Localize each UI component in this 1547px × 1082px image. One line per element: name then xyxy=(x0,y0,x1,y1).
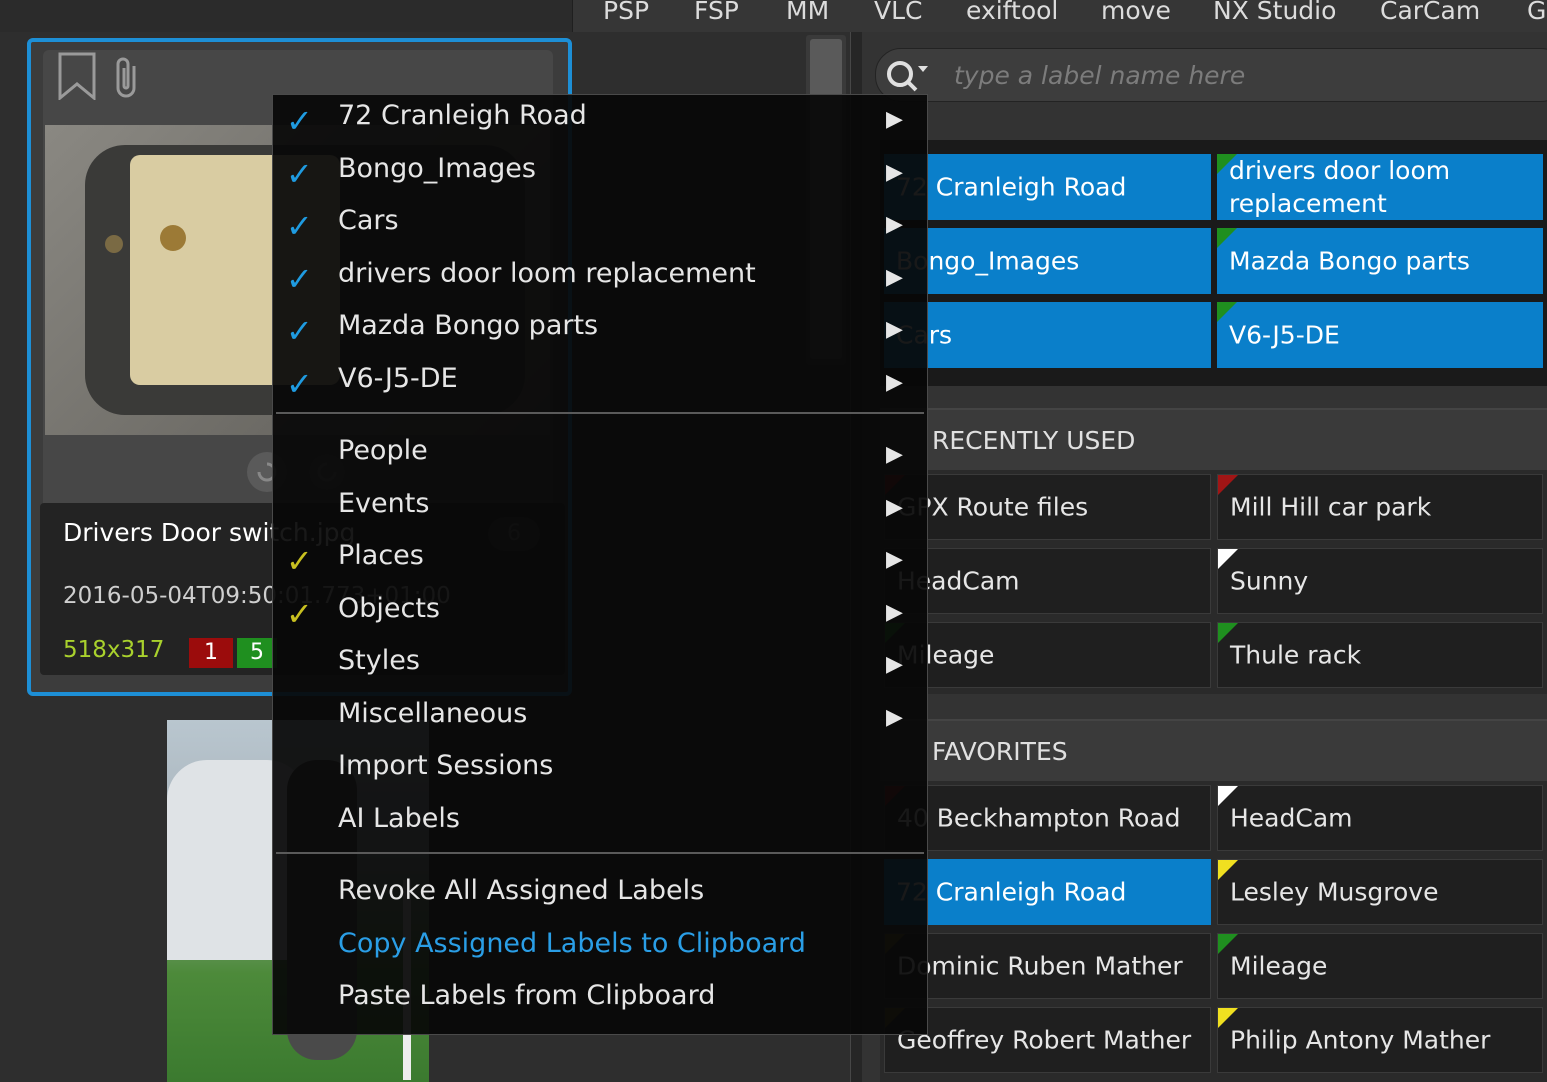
attachment-icon[interactable] xyxy=(112,54,142,100)
menu-item-revoke-all[interactable]: Revoke All Assigned Labels xyxy=(338,875,704,906)
checkmark-icon: ✓ xyxy=(286,102,313,140)
submenu-arrow-icon: ▶ xyxy=(886,547,903,572)
submenu-arrow-icon: ▶ xyxy=(886,212,903,237)
submenu-arrow-icon: ▶ xyxy=(886,317,903,342)
submenu-arrow-icon: ▶ xyxy=(886,705,903,730)
submenu-arrow-icon: ▶ xyxy=(886,370,903,395)
menu-item-paste-labels[interactable]: Paste Labels from Clipboard xyxy=(338,980,715,1011)
menu-item-import-sessions[interactable]: Import Sessions xyxy=(338,750,553,781)
menu-item-ai-labels[interactable]: AI Labels xyxy=(338,803,460,834)
label-tile[interactable]: Lesley Musgrove xyxy=(1217,859,1543,925)
submenu-arrow-icon: ▶ xyxy=(886,442,903,467)
tool-nx-studio[interactable]: NX Studio xyxy=(1213,0,1336,25)
submenu-arrow-icon: ▶ xyxy=(886,265,903,290)
menu-item-objects[interactable]: Objects xyxy=(338,593,440,624)
label-tile[interactable]: Philip Antony Mather xyxy=(1217,1007,1543,1073)
tool-more[interactable]: G xyxy=(1527,0,1546,25)
tool-psp[interactable]: PSP xyxy=(603,0,649,25)
checkmark-icon: ✓ xyxy=(286,207,313,245)
label-tile[interactable]: 40 Beckhampton Road xyxy=(884,785,1211,851)
assigned-label-tile[interactable]: Mazda Bongo parts xyxy=(1217,228,1543,294)
menu-item-assigned-label[interactable]: V6-J5-DE xyxy=(338,363,458,394)
menu-separator xyxy=(276,412,924,414)
label-tile[interactable]: Geoffrey Robert Mather xyxy=(884,1007,1211,1073)
tool-mm[interactable]: MM xyxy=(786,0,829,25)
label-tile[interactable]: Mileage xyxy=(1217,933,1543,999)
menu-item-people[interactable]: People xyxy=(338,435,428,466)
rating-badge-red: 1 xyxy=(189,638,233,668)
label-tile[interactable]: Mileage xyxy=(884,622,1211,688)
checkmark-icon: ✓ xyxy=(286,155,313,193)
menu-item-assigned-label[interactable]: drivers door loom replacement xyxy=(338,258,756,289)
menu-item-miscellaneous[interactable]: Miscellaneous xyxy=(338,698,527,729)
submenu-arrow-icon: ▶ xyxy=(886,160,903,185)
menu-item-assigned-label[interactable]: Cars xyxy=(338,205,399,236)
checkmark-icon: ✓ xyxy=(286,260,313,298)
label-tile[interactable]: GPX Route files xyxy=(884,474,1211,540)
favorites-header[interactable]: FAVORITES xyxy=(880,719,1547,781)
menu-item-assigned-label[interactable]: 72 Cranleigh Road xyxy=(338,100,587,131)
menu-item-copy-labels[interactable]: Copy Assigned Labels to Clipboard xyxy=(338,928,806,959)
recently-used-title: RECENTLY USED xyxy=(932,426,1136,455)
search-icon[interactable] xyxy=(884,56,932,96)
tool-carcam[interactable]: CarCam xyxy=(1380,0,1480,25)
menu-item-events[interactable]: Events xyxy=(338,488,429,519)
assigned-label-tile[interactable]: V6-J5-DE xyxy=(1217,302,1543,368)
checkmark-icon: ✓ xyxy=(286,312,313,350)
assigned-label-tile[interactable]: Cars xyxy=(884,302,1211,368)
checkmark-icon: ✓ xyxy=(286,365,313,403)
tool-exiftool[interactable]: exiftool xyxy=(966,0,1058,25)
label-tile[interactable]: Mill Hill car park xyxy=(1217,474,1543,540)
checkmark-icon: ✓ xyxy=(286,595,313,633)
submenu-arrow-icon: ▶ xyxy=(886,495,903,520)
submenu-arrow-icon: ▶ xyxy=(886,107,903,132)
label-tile[interactable]: Thule rack xyxy=(1217,622,1543,688)
submenu-arrow-icon: ▶ xyxy=(886,652,903,677)
thumbnail-dimensions: 518x317 xyxy=(63,637,165,663)
assigned-label-tile[interactable]: 72 Cranleigh Road xyxy=(884,154,1211,220)
label-tile[interactable]: HeadCam xyxy=(1217,785,1543,851)
checkmark-icon: ✓ xyxy=(286,542,313,580)
label-tile[interactable]: HeadCam xyxy=(884,548,1211,614)
bookmark-icon[interactable] xyxy=(58,52,96,100)
assigned-label-tile[interactable]: Bongo_Images xyxy=(884,228,1211,294)
submenu-arrow-icon: ▶ xyxy=(886,600,903,625)
menu-item-styles[interactable]: Styles xyxy=(338,645,420,676)
label-tile[interactable]: Sunny xyxy=(1217,548,1543,614)
label-tile[interactable]: Dominic Ruben Mather xyxy=(884,933,1211,999)
menu-item-places[interactable]: Places xyxy=(338,540,424,571)
menu-separator xyxy=(276,852,924,854)
tool-vlc[interactable]: VLC xyxy=(874,0,923,25)
tool-fsp[interactable]: FSP xyxy=(694,0,739,25)
label-search-input[interactable] xyxy=(952,52,1516,98)
menu-item-assigned-label[interactable]: Bongo_Images xyxy=(338,153,536,184)
assigned-label-tile[interactable]: drivers door loom replacement xyxy=(1217,154,1543,220)
recently-used-header[interactable]: RECENTLY USED xyxy=(880,408,1547,470)
tool-move[interactable]: move xyxy=(1101,0,1171,25)
rating-badge-green: 5 xyxy=(237,638,277,668)
favorites-title: FAVORITES xyxy=(932,737,1068,766)
label-tile[interactable]: 72 Cranleigh Road xyxy=(884,859,1211,925)
menu-item-assigned-label[interactable]: Mazda Bongo parts xyxy=(338,310,598,341)
